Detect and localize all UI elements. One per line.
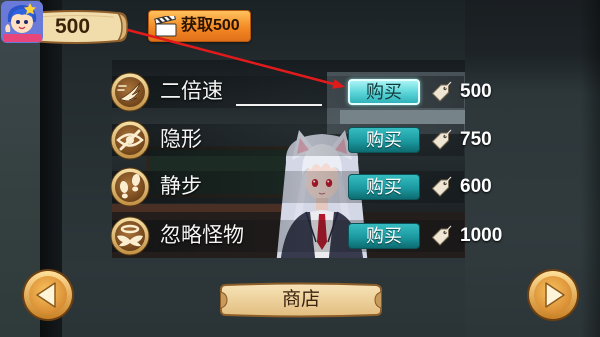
item-name: 忽略怪物: [160, 224, 244, 247]
shop-button-label: 商店: [281, 289, 320, 310]
item-price: 1000: [460, 225, 503, 246]
price-tag-icon: [432, 129, 452, 150]
prev-page-button[interactable]: [21, 268, 75, 322]
ignore-monsters-icon: [110, 216, 150, 256]
double-speed-icon: [110, 72, 150, 112]
background-edge-shadow: [580, 0, 600, 337]
buy-button-invisible[interactable]: 购买: [348, 127, 420, 153]
get-coins-button[interactable]: 获取500: [148, 10, 251, 42]
item-price: 750: [460, 129, 492, 150]
shop-item-row: 静步 购买 600: [108, 167, 512, 207]
item-underline: [236, 104, 322, 106]
get-coins-label: 获取500: [181, 17, 240, 34]
item-name: 二倍速: [160, 80, 223, 103]
price-tag-icon: [432, 176, 452, 197]
price-tag-icon: [432, 81, 452, 102]
app-logo: [1, 1, 43, 43]
item-price: 600: [460, 176, 492, 197]
invisible-icon: [110, 120, 150, 160]
arrow-right-icon: [527, 269, 579, 321]
buy-button-ignore-monsters[interactable]: 购买: [348, 223, 420, 249]
next-page-button[interactable]: [526, 268, 580, 322]
arrow-left-icon: [22, 269, 74, 321]
item-name: 静步: [160, 175, 202, 198]
shop-item-row: 二倍速 购买 500: [108, 72, 512, 112]
shop-item-row: 忽略怪物 购买 1000: [108, 216, 512, 256]
coin-balance: 500: [55, 15, 91, 38]
buy-button-footsteps[interactable]: 购买: [348, 174, 420, 200]
shop-button[interactable]: 商店: [218, 282, 384, 318]
buy-button-double-speed[interactable]: 购买: [348, 79, 420, 105]
item-price: 500: [460, 81, 492, 102]
price-tag-icon: [432, 225, 452, 246]
clapperboard-icon: [154, 16, 177, 37]
item-name: 隐形: [160, 128, 202, 151]
shop-item-row: 隐形 购买 750: [108, 120, 512, 160]
footsteps-icon: [110, 167, 150, 207]
